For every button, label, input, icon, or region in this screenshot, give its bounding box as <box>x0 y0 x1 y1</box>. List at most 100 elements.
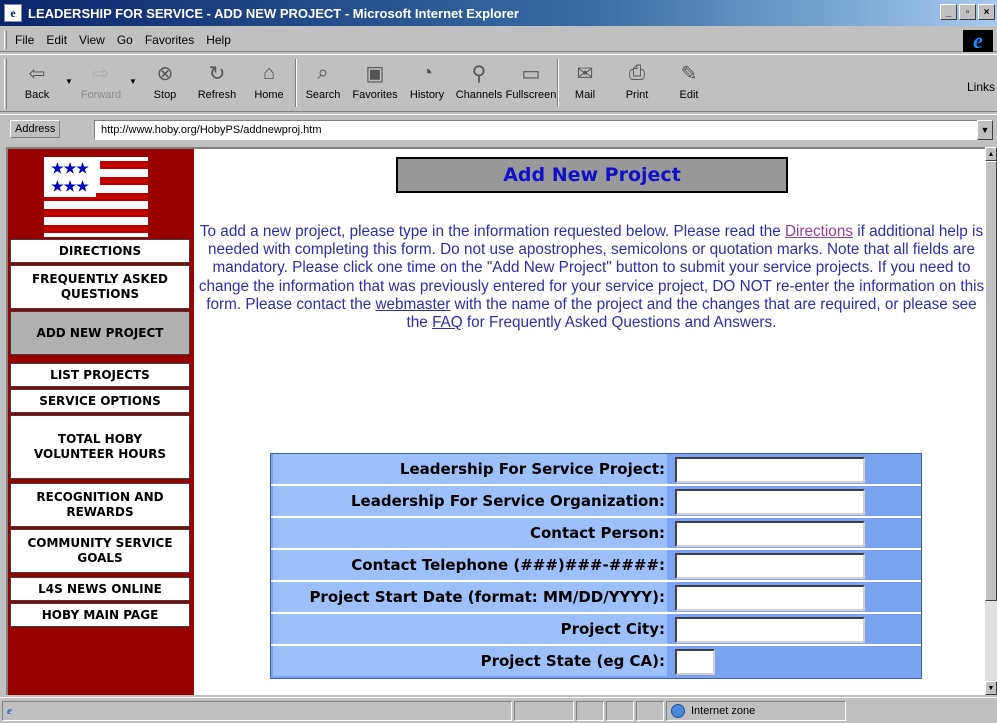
contact-telephone-input[interactable] <box>675 553 865 579</box>
menu-edit[interactable]: Edit <box>46 33 67 47</box>
home-button[interactable]: ⌂ Home <box>243 55 295 109</box>
fullscreen-icon: ▭ <box>521 62 541 85</box>
status-bar: e Internet zone <box>0 697 997 723</box>
form-row: Project Start Date (format: MM/DD/YYYY): <box>271 582 921 614</box>
history-label: History <box>409 89 445 101</box>
window-title: LEADERSHIP FOR SERVICE - ADD NEW PROJECT… <box>28 5 519 21</box>
sidebar-item-directions[interactable]: DIRECTIONS <box>10 239 190 263</box>
directions-link[interactable]: Directions <box>785 223 853 240</box>
refresh-icon: ↻ <box>208 62 226 85</box>
edit-button[interactable]: ✎ Edit <box>663 55 715 109</box>
links-toolbar[interactable]: Links <box>967 80 995 94</box>
channels-icon: ⚲ <box>471 62 487 85</box>
webmaster-link[interactable]: webmaster <box>376 296 451 313</box>
sidebar-item-service-options[interactable]: SERVICE OPTIONS <box>10 389 190 413</box>
forward-button[interactable]: ⇨ Forward <box>75 55 127 109</box>
contact-person-input[interactable] <box>675 521 865 547</box>
mail-button[interactable]: ✉ Mail <box>559 55 611 109</box>
address-bar: Address http://www.hoby.org/HobyPS/addne… <box>0 114 997 142</box>
intro-text-4: for Frequently Asked Questions and Answe… <box>462 314 777 332</box>
sidebar-item-volunteer-hours[interactable]: TOTAL HOBY VOLUNTEER HOURS <box>10 415 190 479</box>
back-dropdown-icon[interactable]: ▼ <box>63 77 75 86</box>
stop-icon: ⊗ <box>156 62 174 85</box>
field-label: Project Start Date (format: MM/DD/YYYY): <box>273 582 667 612</box>
menu-file[interactable]: File <box>15 33 34 47</box>
back-button[interactable]: ⇦ Back <box>11 55 63 109</box>
status-pane <box>576 700 604 721</box>
sidebar-item-list-projects[interactable]: LIST PROJECTS <box>10 363 190 387</box>
scroll-up-icon[interactable]: ▲ <box>985 147 997 161</box>
stop-button[interactable]: ⊗ Stop <box>139 55 191 109</box>
project-form: Leadership For Service Project: Leadersh… <box>270 453 922 679</box>
address-dropdown-icon[interactable]: ▼ <box>977 120 993 140</box>
restore-button[interactable]: ▫ <box>959 4 976 20</box>
favorites-button[interactable]: ▣ Favorites <box>349 55 401 109</box>
title-bar: e LEADERSHIP FOR SERVICE - ADD NEW PROJE… <box>0 0 997 26</box>
form-row: Leadership For Service Organization: <box>271 486 921 518</box>
hoby-flag-logo: ★★★ ★★★ <box>44 157 148 237</box>
sidebar-item-faq[interactable]: FREQUENTLY ASKED QUESTIONS <box>10 265 190 309</box>
scroll-thumb[interactable] <box>985 161 997 601</box>
print-icon: ⎙ <box>629 61 645 84</box>
flag-stars-icon: ★★★ ★★★ <box>44 157 96 197</box>
address-label: Address <box>10 119 61 138</box>
edit-icon: ✎ <box>680 62 698 85</box>
favorites-icon: ▣ <box>365 62 385 85</box>
project-name-input[interactable] <box>675 457 865 483</box>
favorites-label: Favorites <box>352 89 398 101</box>
home-icon: ⌂ <box>262 61 276 84</box>
status-pane <box>514 700 574 721</box>
forward-dropdown-icon[interactable]: ▼ <box>127 77 139 86</box>
menu-view[interactable]: View <box>79 33 105 47</box>
channels-label: Channels <box>455 89 503 101</box>
scroll-down-icon[interactable]: ▼ <box>985 681 997 695</box>
start-date-input[interactable] <box>675 585 865 611</box>
form-row: Project State (eg CA): <box>271 646 921 678</box>
print-button[interactable]: ⎙ Print <box>611 55 663 109</box>
close-button[interactable]: × <box>978 4 995 20</box>
browser-window: e LEADERSHIP FOR SERVICE - ADD NEW PROJE… <box>0 0 997 723</box>
field-label: Contact Telephone (###)###-####: <box>273 550 667 580</box>
project-city-input[interactable] <box>675 617 865 643</box>
project-state-input[interactable] <box>675 649 715 675</box>
security-zone-pane: Internet zone <box>666 700 846 721</box>
history-icon: ◔ <box>420 61 434 84</box>
menu-go[interactable]: Go <box>117 33 133 47</box>
search-icon: ⌕ <box>317 61 329 84</box>
zone-label: Internet zone <box>691 704 756 717</box>
organization-input[interactable] <box>675 489 865 515</box>
ie-logo-icon: e <box>963 28 993 53</box>
faq-link[interactable]: FAQ <box>432 314 463 331</box>
fullscreen-label: Fullscreen <box>505 89 557 101</box>
history-button[interactable]: ◔ History <box>401 55 453 109</box>
search-button[interactable]: ⌕ Search <box>297 55 349 109</box>
intro-text-1: To add a new project, please type in the… <box>199 223 785 240</box>
field-label: Leadership For Service Organization: <box>273 486 667 516</box>
field-label: Project City: <box>273 614 667 644</box>
intro-paragraph: To add a new project, please type in the… <box>198 223 985 332</box>
menu-grip <box>4 30 7 49</box>
forward-label: Forward <box>80 89 122 101</box>
sidebar-item-l4s-news[interactable]: L4S NEWS ONLINE <box>10 577 190 601</box>
sidebar-item-recognition[interactable]: RECOGNITION AND REWARDS <box>10 483 190 527</box>
sidebar-item-add-new-project[interactable]: ADD NEW PROJECT <box>10 311 190 355</box>
fullscreen-button[interactable]: ▭ Fullscreen <box>505 55 557 109</box>
back-arrow-icon: ⇦ <box>28 62 46 85</box>
back-label: Back <box>24 89 50 101</box>
form-row: Contact Telephone (###)###-####: <box>271 550 921 582</box>
sidebar-item-community-goals[interactable]: COMMUNITY SERVICE GOALS <box>10 529 190 573</box>
form-row: Leadership For Service Project: <box>271 454 921 486</box>
menu-help[interactable]: Help <box>206 33 231 47</box>
form-row: Contact Person: <box>271 518 921 550</box>
status-main-pane: e <box>2 700 512 721</box>
refresh-button[interactable]: ↻ Refresh <box>191 55 243 109</box>
channels-button[interactable]: ⚲ Channels <box>453 55 505 109</box>
page-status-icon: e <box>7 704 12 717</box>
sidebar-item-hoby-main[interactable]: HOBY MAIN PAGE <box>10 603 190 627</box>
home-label: Home <box>254 89 284 101</box>
address-input[interactable]: http://www.hoby.org/HobyPS/addnewproj.ht… <box>94 120 984 140</box>
menu-favorites[interactable]: Favorites <box>145 33 194 47</box>
minimize-button[interactable]: _ <box>940 4 957 20</box>
vertical-scrollbar[interactable]: ▲ ▼ <box>985 147 997 695</box>
field-label: Project State (eg CA): <box>273 646 667 676</box>
